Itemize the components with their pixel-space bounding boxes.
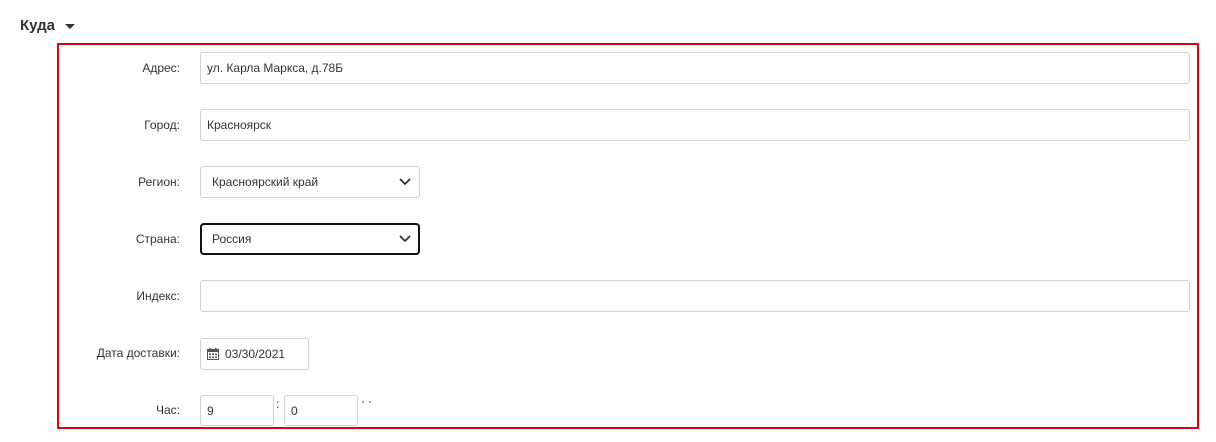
- address-label: Адрес:: [142, 61, 180, 75]
- index-label: Индекс:: [136, 289, 180, 303]
- city-label: Город:: [144, 118, 180, 132]
- hour-label: Час:: [155, 403, 180, 417]
- section-toggle-kuda[interactable]: Куда: [20, 14, 75, 36]
- decorative-dot: [369, 401, 371, 403]
- chevron-down-icon: [399, 178, 411, 185]
- country-select[interactable]: Россия: [200, 223, 420, 255]
- city-input[interactable]: [200, 109, 1190, 141]
- caret-down-icon: [65, 23, 75, 29]
- section-title: Куда: [20, 16, 55, 34]
- address-input[interactable]: [200, 52, 1190, 84]
- delivery-date-value: 03/30/2021: [225, 347, 286, 361]
- region-select[interactable]: Красноярский край: [200, 166, 420, 198]
- time-separator: :: [276, 397, 280, 411]
- region-label: Регион:: [138, 175, 180, 189]
- decorative-dot: [362, 401, 364, 403]
- minutes-input[interactable]: [284, 395, 358, 426]
- index-input[interactable]: [200, 280, 1190, 312]
- delivery-date-label: Дата доставки:: [96, 346, 180, 360]
- delivery-date-picker[interactable]: 03/30/2021: [200, 338, 309, 370]
- region-select-value: Красноярский край: [212, 175, 319, 189]
- calendar-icon: [207, 348, 219, 360]
- chevron-down-icon: [399, 235, 411, 242]
- country-select-value: Россия: [212, 232, 252, 246]
- country-label: Страна:: [135, 232, 180, 246]
- hours-input[interactable]: [200, 395, 274, 426]
